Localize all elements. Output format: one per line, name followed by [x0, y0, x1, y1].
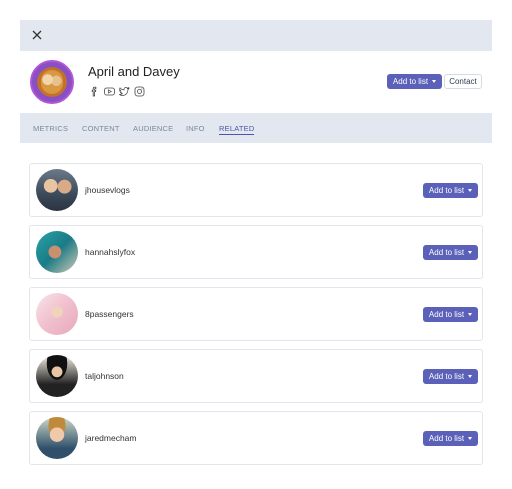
- username[interactable]: taljohnson: [85, 371, 124, 381]
- tab-bar: METRICS CONTENT AUDIENCE INFO RELATED: [20, 113, 492, 143]
- caret-down-icon: [468, 375, 473, 378]
- avatar: [36, 417, 78, 459]
- list-item[interactable]: 8passengers Add to list: [29, 287, 483, 341]
- caret-down-icon: [468, 437, 473, 440]
- username[interactable]: 8passengers: [85, 309, 134, 319]
- add-to-list-label: Add to list: [428, 248, 465, 257]
- avatar: [36, 169, 78, 211]
- facebook-icon[interactable]: [89, 86, 100, 97]
- close-icon[interactable]: [29, 27, 45, 43]
- add-to-list-button[interactable]: Add to list: [423, 245, 478, 260]
- add-to-list-button[interactable]: Add to list: [423, 369, 478, 384]
- add-to-list-button[interactable]: Add to list: [423, 183, 478, 198]
- twitter-icon[interactable]: [119, 86, 130, 97]
- caret-down-icon: [468, 251, 473, 254]
- tab-audience[interactable]: AUDIENCE: [133, 124, 173, 133]
- profile-header: April and Davey Add to list Contact: [20, 51, 492, 113]
- avatar: [36, 231, 78, 273]
- list-item[interactable]: jhousevlogs Add to list: [29, 163, 483, 217]
- caret-down-icon: [468, 313, 473, 316]
- youtube-icon[interactable]: [104, 86, 115, 97]
- add-to-list-label: Add to list: [428, 372, 465, 381]
- profile-name: April and Davey: [88, 64, 180, 79]
- add-to-list-button[interactable]: Add to list: [387, 74, 442, 89]
- list-item[interactable]: taljohnson Add to list: [29, 349, 483, 403]
- caret-down-icon: [468, 189, 473, 192]
- username[interactable]: hannahslyfox: [85, 247, 135, 257]
- tab-related[interactable]: RELATED: [219, 124, 255, 135]
- caret-down-icon: [432, 80, 437, 83]
- username[interactable]: jaredmecham: [85, 433, 137, 443]
- modal-header: [20, 20, 492, 51]
- contact-button[interactable]: Contact: [444, 74, 482, 89]
- avatar: [36, 355, 78, 397]
- profile-avatar: [30, 60, 74, 104]
- avatar: [36, 293, 78, 335]
- list-item[interactable]: jaredmecham Add to list: [29, 411, 483, 465]
- username[interactable]: jhousevlogs: [85, 185, 130, 195]
- tab-info[interactable]: INFO: [186, 124, 205, 133]
- add-to-list-label: Add to list: [428, 310, 465, 319]
- social-links: [89, 86, 145, 97]
- add-to-list-label: Add to list: [428, 186, 465, 195]
- add-to-list-label: Add to list: [392, 77, 429, 86]
- add-to-list-button[interactable]: Add to list: [423, 431, 478, 446]
- add-to-list-button[interactable]: Add to list: [423, 307, 478, 322]
- tab-metrics[interactable]: METRICS: [33, 124, 68, 133]
- tab-content[interactable]: CONTENT: [82, 124, 120, 133]
- add-to-list-label: Add to list: [428, 434, 465, 443]
- instagram-icon[interactable]: [134, 86, 145, 97]
- list-item[interactable]: hannahslyfox Add to list: [29, 225, 483, 279]
